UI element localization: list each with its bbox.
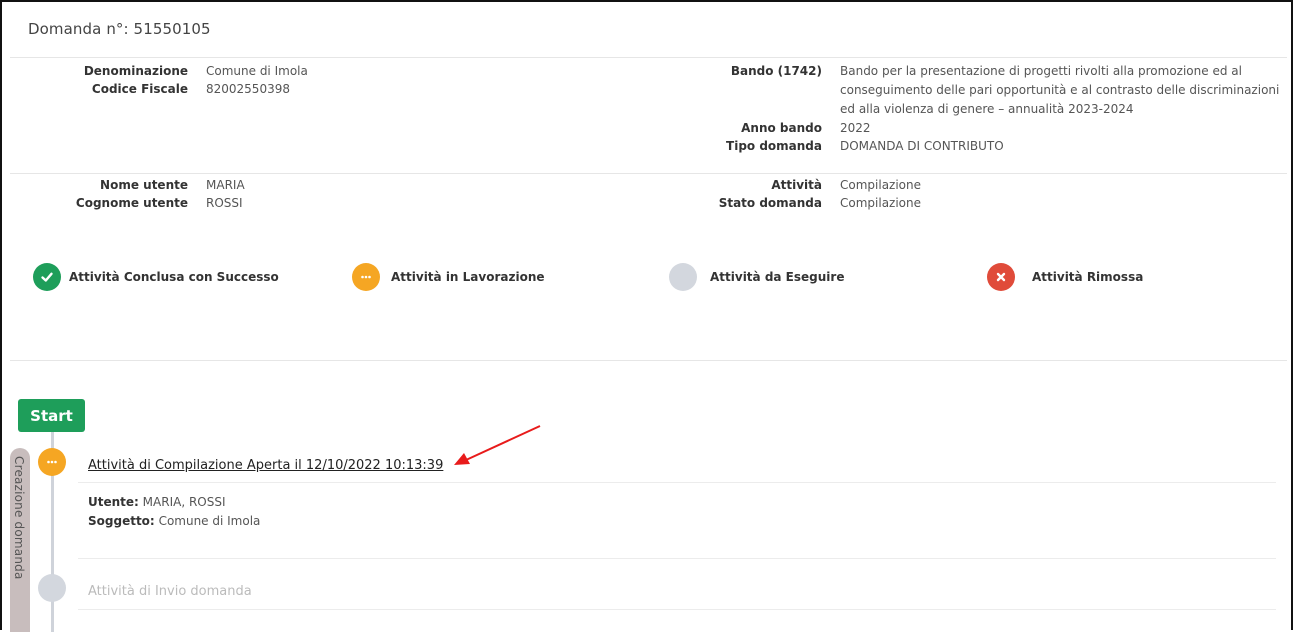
codice-fiscale-label: Codice Fiscale	[91, 82, 188, 96]
attivita-label: Attività	[771, 178, 822, 192]
application-header: Domanda n°: 51550105	[10, 6, 1287, 58]
main-frame: Domanda n°: 51550105 Denominazione Comun…	[0, 0, 1293, 632]
utente-value: MARIA, ROSSI	[142, 495, 226, 509]
cognome-utente-label: Cognome utente	[75, 196, 188, 210]
ellipsis-icon	[38, 448, 66, 476]
soggetto-value: Comune di Imola	[158, 514, 261, 528]
card-divider	[78, 609, 1276, 610]
empty-circle-icon	[669, 263, 697, 291]
attivita-value: Compilazione	[840, 178, 922, 192]
start-button[interactable]: Start	[18, 399, 85, 432]
cognome-utente-value: ROSSI	[206, 196, 243, 210]
section-divider	[10, 360, 1287, 361]
section-divider	[10, 173, 1287, 174]
activity-compilazione-link[interactable]: Attività di Compilazione Aperta il 12/10…	[88, 458, 443, 473]
legend-working: Attività in Lavorazione	[352, 262, 545, 292]
empty-circle-icon	[38, 574, 66, 602]
legend-todo-label: Attività da Eseguire	[710, 270, 845, 284]
legend-todo: Attività da Eseguire	[669, 262, 844, 292]
nome-utente-value: MARIA	[206, 178, 245, 192]
card-divider	[78, 558, 1276, 559]
activity-utente: Utente: MARIA, ROSSI	[88, 495, 226, 509]
utente-label: Utente:	[88, 495, 139, 509]
anno-bando-label: Anno bando	[741, 121, 822, 135]
bando-description: Bando per la presentazione di progetti r…	[840, 64, 1280, 116]
stato-domanda-label: Stato domanda	[718, 196, 822, 210]
activity-soggetto: Soggetto: Comune di Imola	[88, 514, 260, 528]
legend-success-label: Attività Conclusa con Successo	[69, 270, 279, 284]
legend-success: Attività Conclusa con Successo	[33, 262, 279, 292]
denominazione-label: Denominazione	[83, 64, 188, 78]
ellipsis-icon	[352, 263, 380, 291]
phase-label: Creazione domanda	[12, 456, 26, 580]
activity-invio-domanda: Attività di Invio domanda	[88, 584, 252, 599]
soggetto-label: Soggetto:	[88, 514, 155, 528]
denominazione-value: Comune di Imola	[206, 64, 308, 78]
nome-utente-label: Nome utente	[100, 178, 188, 192]
tipo-domanda-label: Tipo domanda	[726, 139, 822, 153]
anno-bando-value: 2022	[840, 121, 871, 135]
codice-fiscale-value: 82002550398	[206, 82, 290, 96]
annotation-arrow-icon	[454, 425, 541, 465]
legend-working-label: Attività in Lavorazione	[391, 270, 545, 284]
tipo-domanda-value: DOMANDA DI CONTRIBUTO	[840, 139, 1004, 153]
check-icon	[33, 263, 61, 291]
x-icon	[987, 263, 1015, 291]
page-title: Domanda n°: 51550105	[28, 20, 211, 38]
card-divider	[78, 482, 1276, 483]
legend-removed-label: Attività Rimossa	[1032, 270, 1144, 284]
legend-removed: Attività Rimossa	[987, 262, 1143, 292]
phase-creazione-domanda: Creazione domanda	[10, 448, 30, 632]
stato-domanda-value: Compilazione	[840, 196, 922, 210]
bando-label: Bando (1742)	[730, 64, 822, 78]
